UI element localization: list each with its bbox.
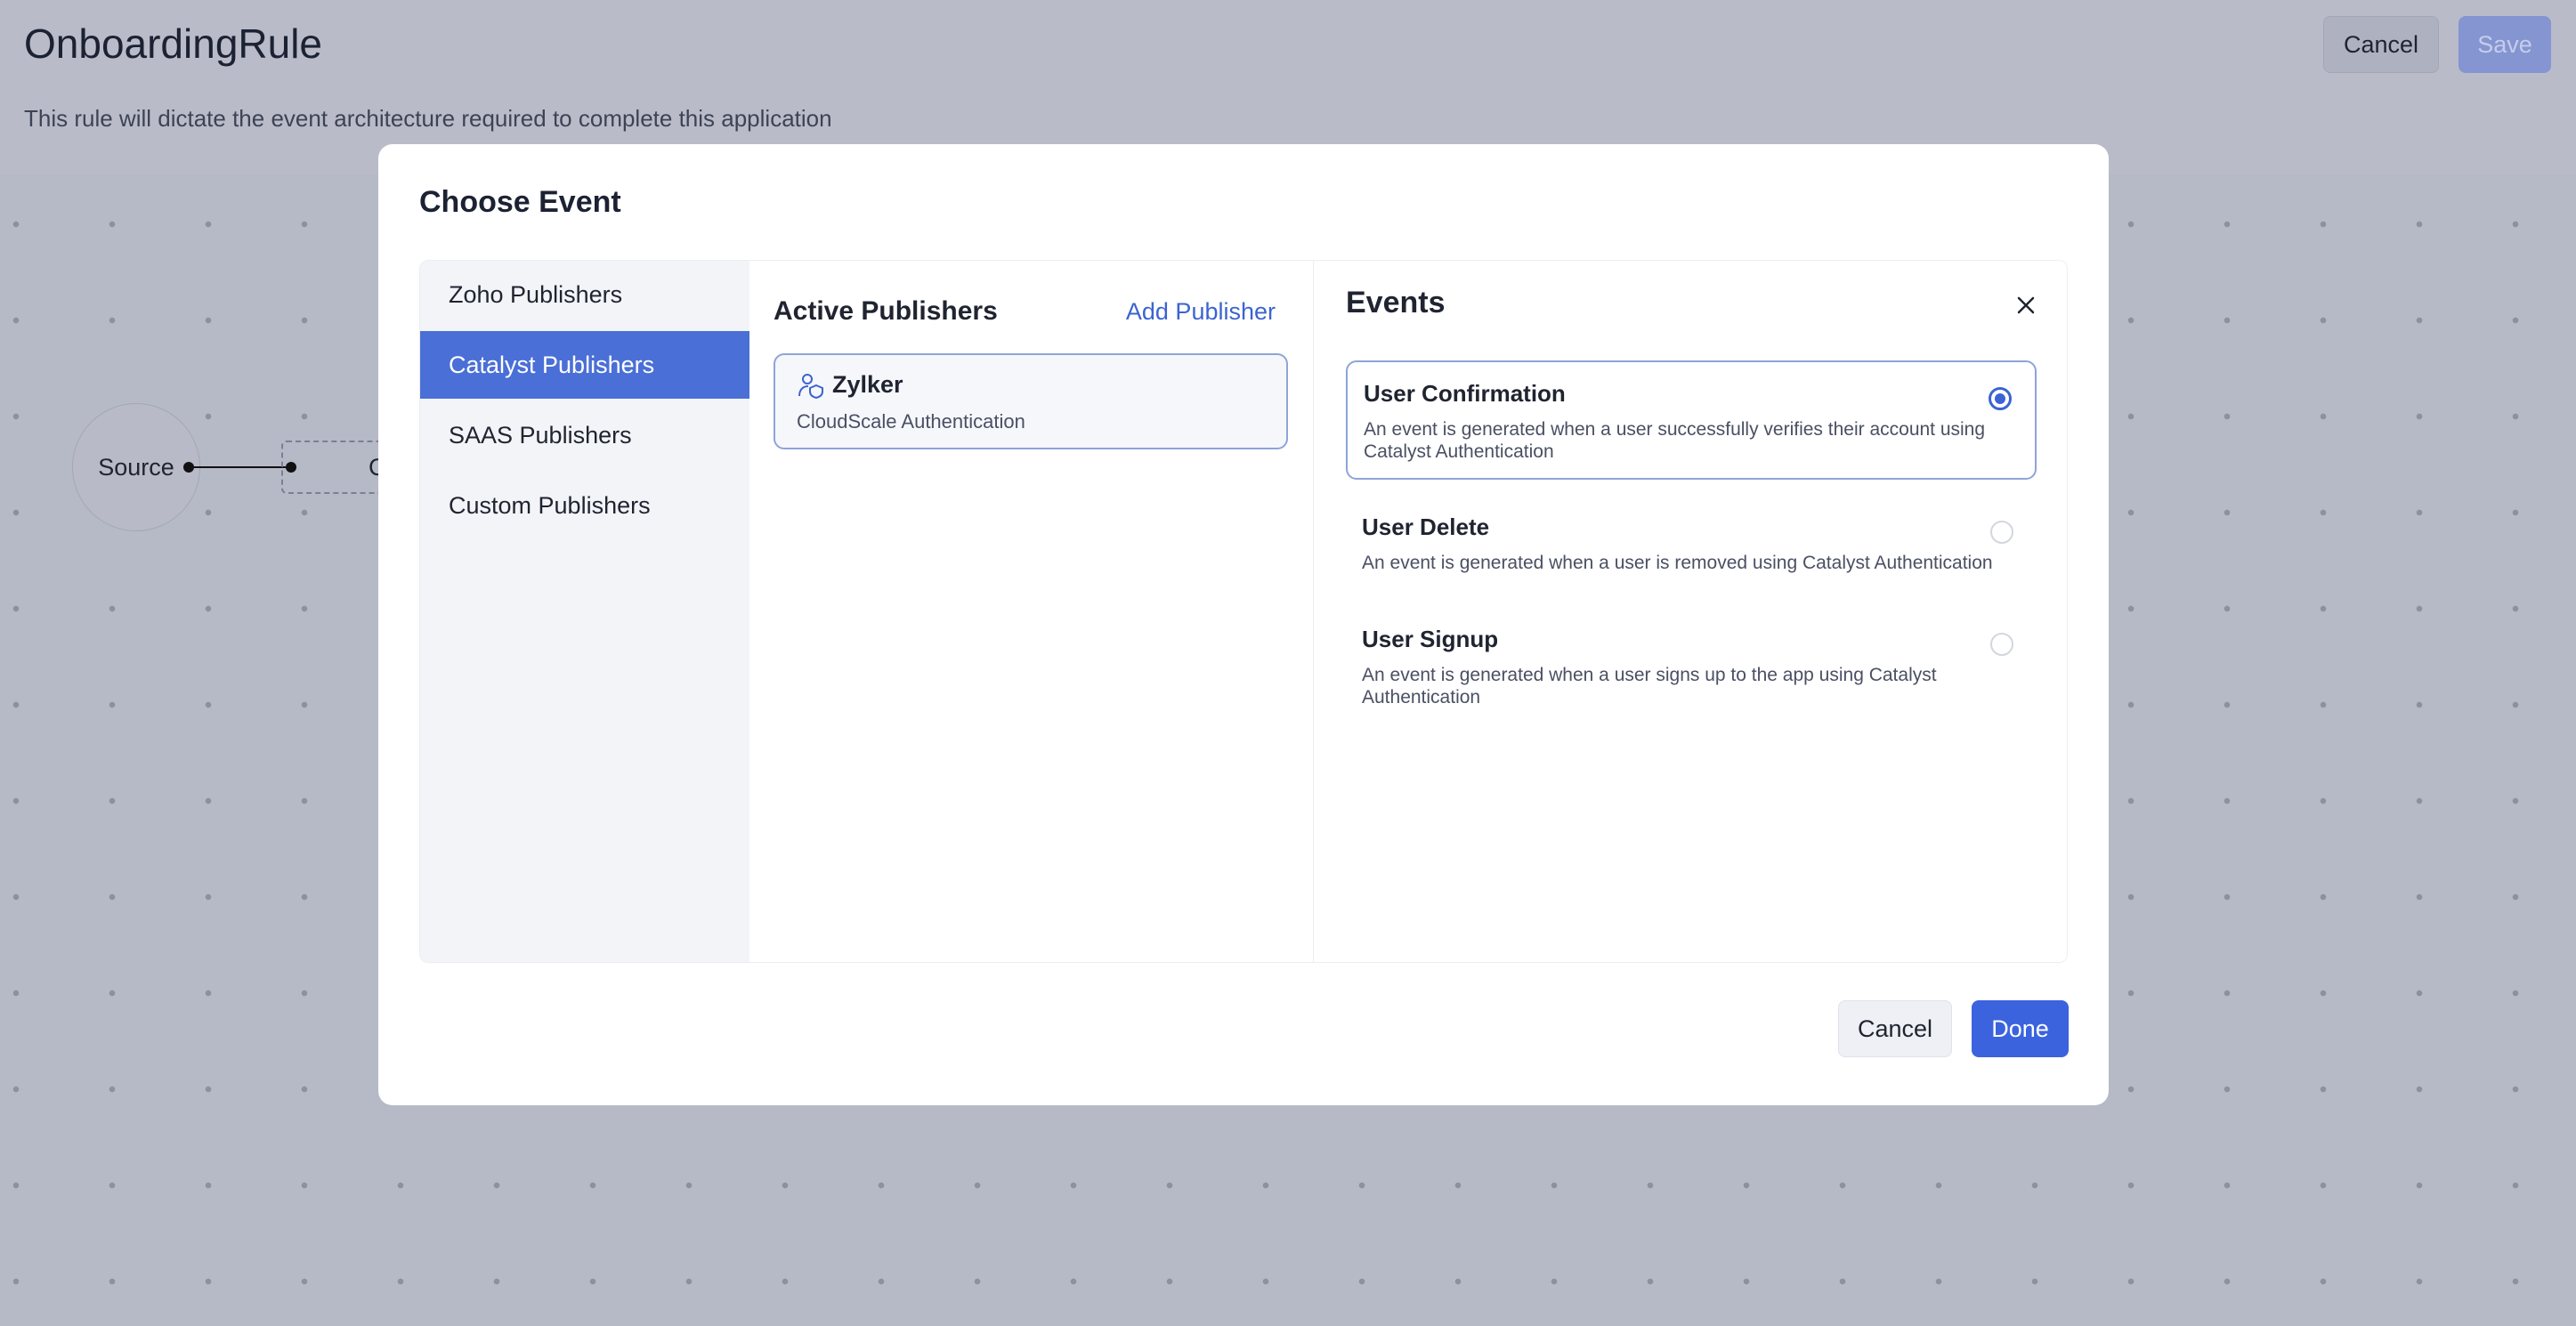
category-catalyst-publishers[interactable]: Catalyst Publishers [420, 331, 749, 399]
publisher-card-zylker[interactable]: Zylker CloudScale Authentication [774, 353, 1288, 449]
page-title: OnboardingRule [24, 20, 323, 67]
event-radio[interactable] [1990, 521, 2013, 544]
event-name: User Delete [1362, 513, 1490, 540]
publisher-category-list: Zoho Publishers Catalyst Publishers SAAS… [420, 261, 749, 962]
source-node[interactable]: Source [72, 403, 200, 531]
choose-event-modal: Choose Event Zoho Publishers Catalyst Pu… [378, 144, 2109, 1105]
event-name: User Signup [1362, 626, 1499, 652]
event-radio[interactable] [1990, 633, 2013, 656]
events-panel: Events User Confirmation An event is gen… [1314, 261, 2067, 962]
connector-end-handle[interactable] [286, 462, 296, 473]
event-description: An event is generated when a user succes… [1364, 419, 1986, 462]
active-publishers-panel: Active Publishers Add Publisher Zylker C… [749, 261, 1314, 962]
publisher-name: Zylker [832, 371, 903, 398]
next-node[interactable]: C [281, 441, 388, 494]
close-icon[interactable] [2013, 293, 2038, 318]
active-publishers-title: Active Publishers [774, 296, 998, 326]
publisher-subtitle: CloudScale Authentication [797, 410, 1025, 433]
events-title: Events [1346, 286, 1446, 319]
modal-cancel-button[interactable]: Cancel [1838, 1000, 1952, 1057]
event-radio-selected[interactable] [1989, 387, 2012, 410]
page-description: This rule will dictate the event archite… [24, 105, 832, 132]
modal-body: Zoho Publishers Catalyst Publishers SAAS… [419, 260, 2068, 963]
event-description: An event is generated when a user is rem… [1362, 553, 1993, 573]
connector-line [189, 466, 292, 468]
source-node-label: Source [98, 453, 174, 481]
category-saas-publishers[interactable]: SAAS Publishers [420, 401, 749, 469]
category-zoho-publishers[interactable]: Zoho Publishers [420, 261, 749, 328]
event-option-user-confirmation[interactable]: User Confirmation An event is generated … [1346, 360, 2037, 480]
modal-title: Choose Event [419, 185, 621, 219]
event-name: User Confirmation [1364, 380, 1566, 407]
connector-start-handle[interactable] [183, 462, 194, 473]
event-option-user-delete[interactable]: User Delete An event is generated when a… [1346, 496, 2037, 594]
header-save-button[interactable]: Save [2459, 16, 2551, 73]
event-description: An event is generated when a user signs … [1362, 665, 1937, 707]
add-publisher-link[interactable]: Add Publisher [1126, 298, 1276, 326]
category-custom-publishers[interactable]: Custom Publishers [420, 472, 749, 539]
user-shield-icon [798, 374, 823, 400]
modal-done-button[interactable]: Done [1972, 1000, 2069, 1057]
event-option-user-signup[interactable]: User Signup An event is generated when a… [1346, 608, 2037, 727]
header-cancel-button[interactable]: Cancel [2323, 16, 2439, 73]
